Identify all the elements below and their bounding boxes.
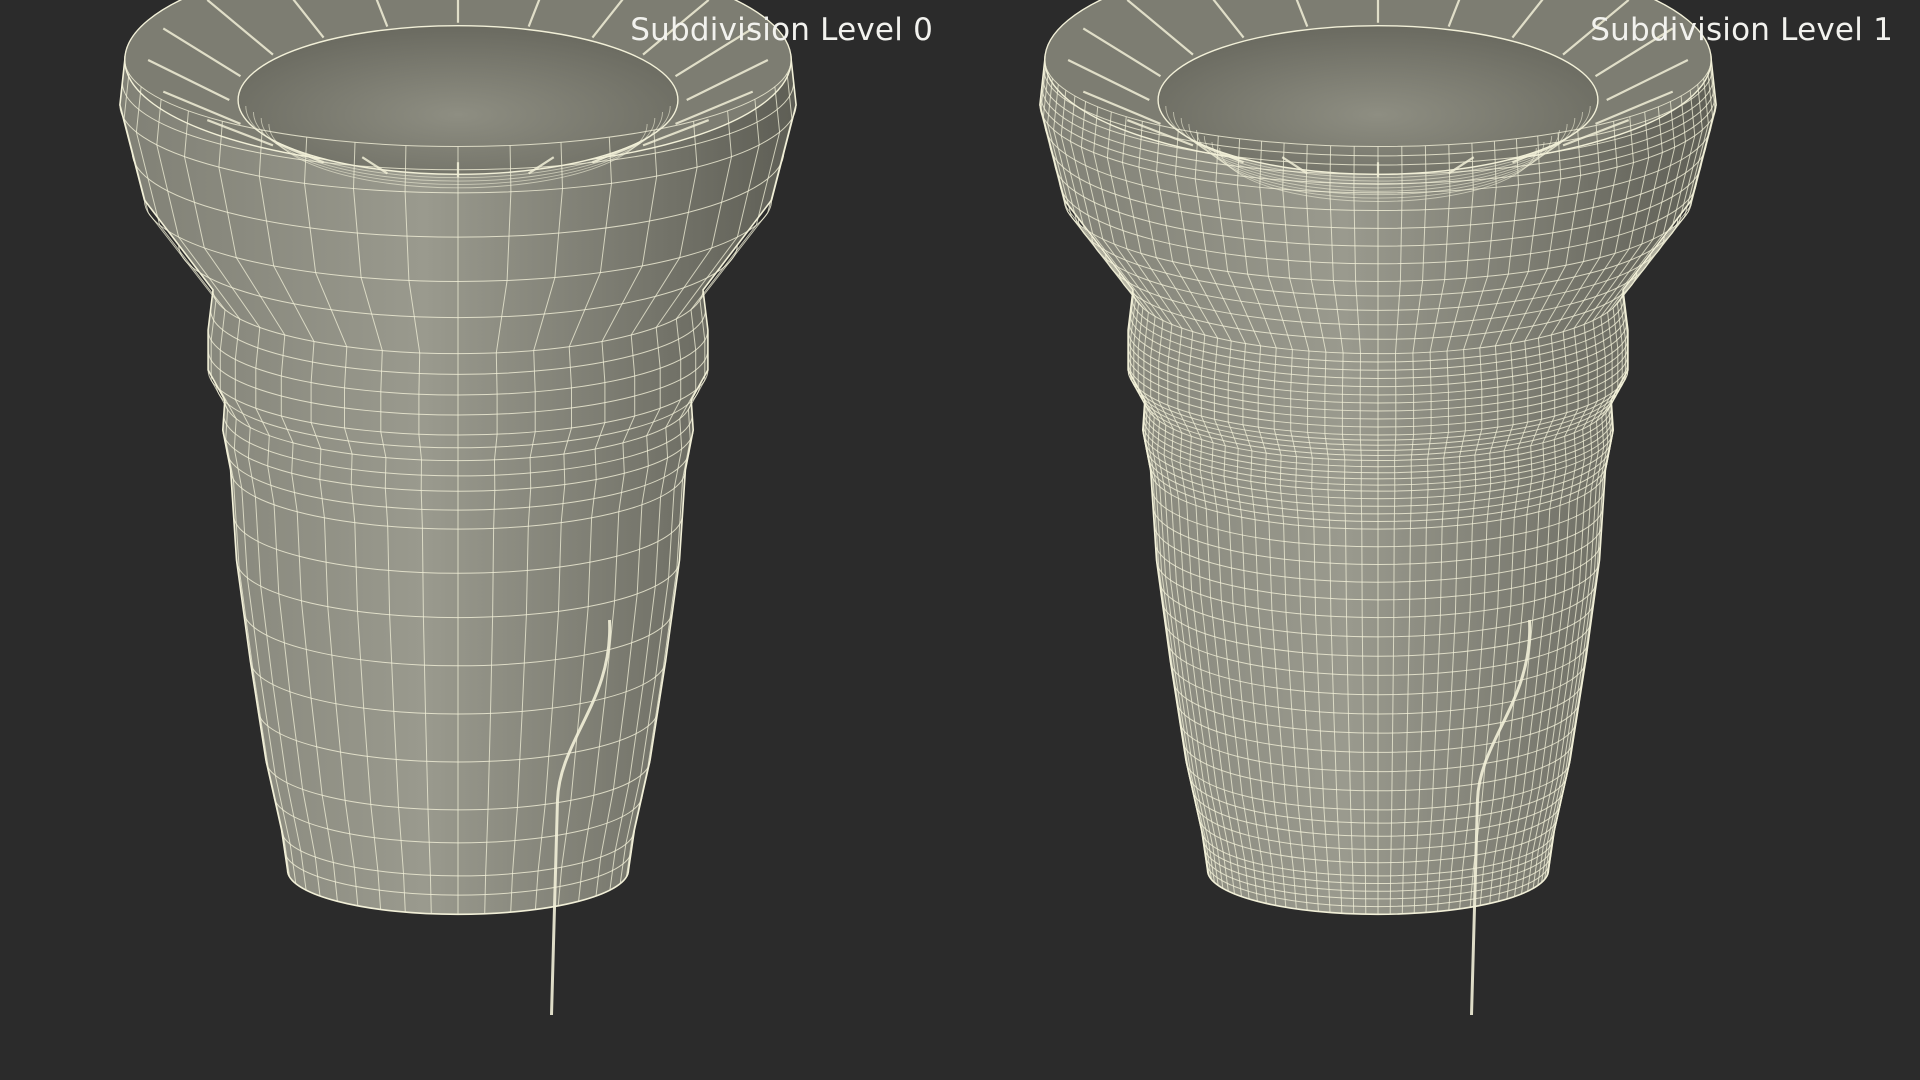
- cone-model-0: [119, 0, 797, 1016]
- cone-model-1: [1039, 0, 1717, 1016]
- subdivision-level-0-label: Subdivision Level 0: [630, 12, 933, 48]
- render-viewport: [0, 0, 1920, 1080]
- subdivision-level-1-label: Subdivision Level 1: [1590, 12, 1893, 48]
- wireframe-render-canvas: [119, 0, 1717, 1016]
